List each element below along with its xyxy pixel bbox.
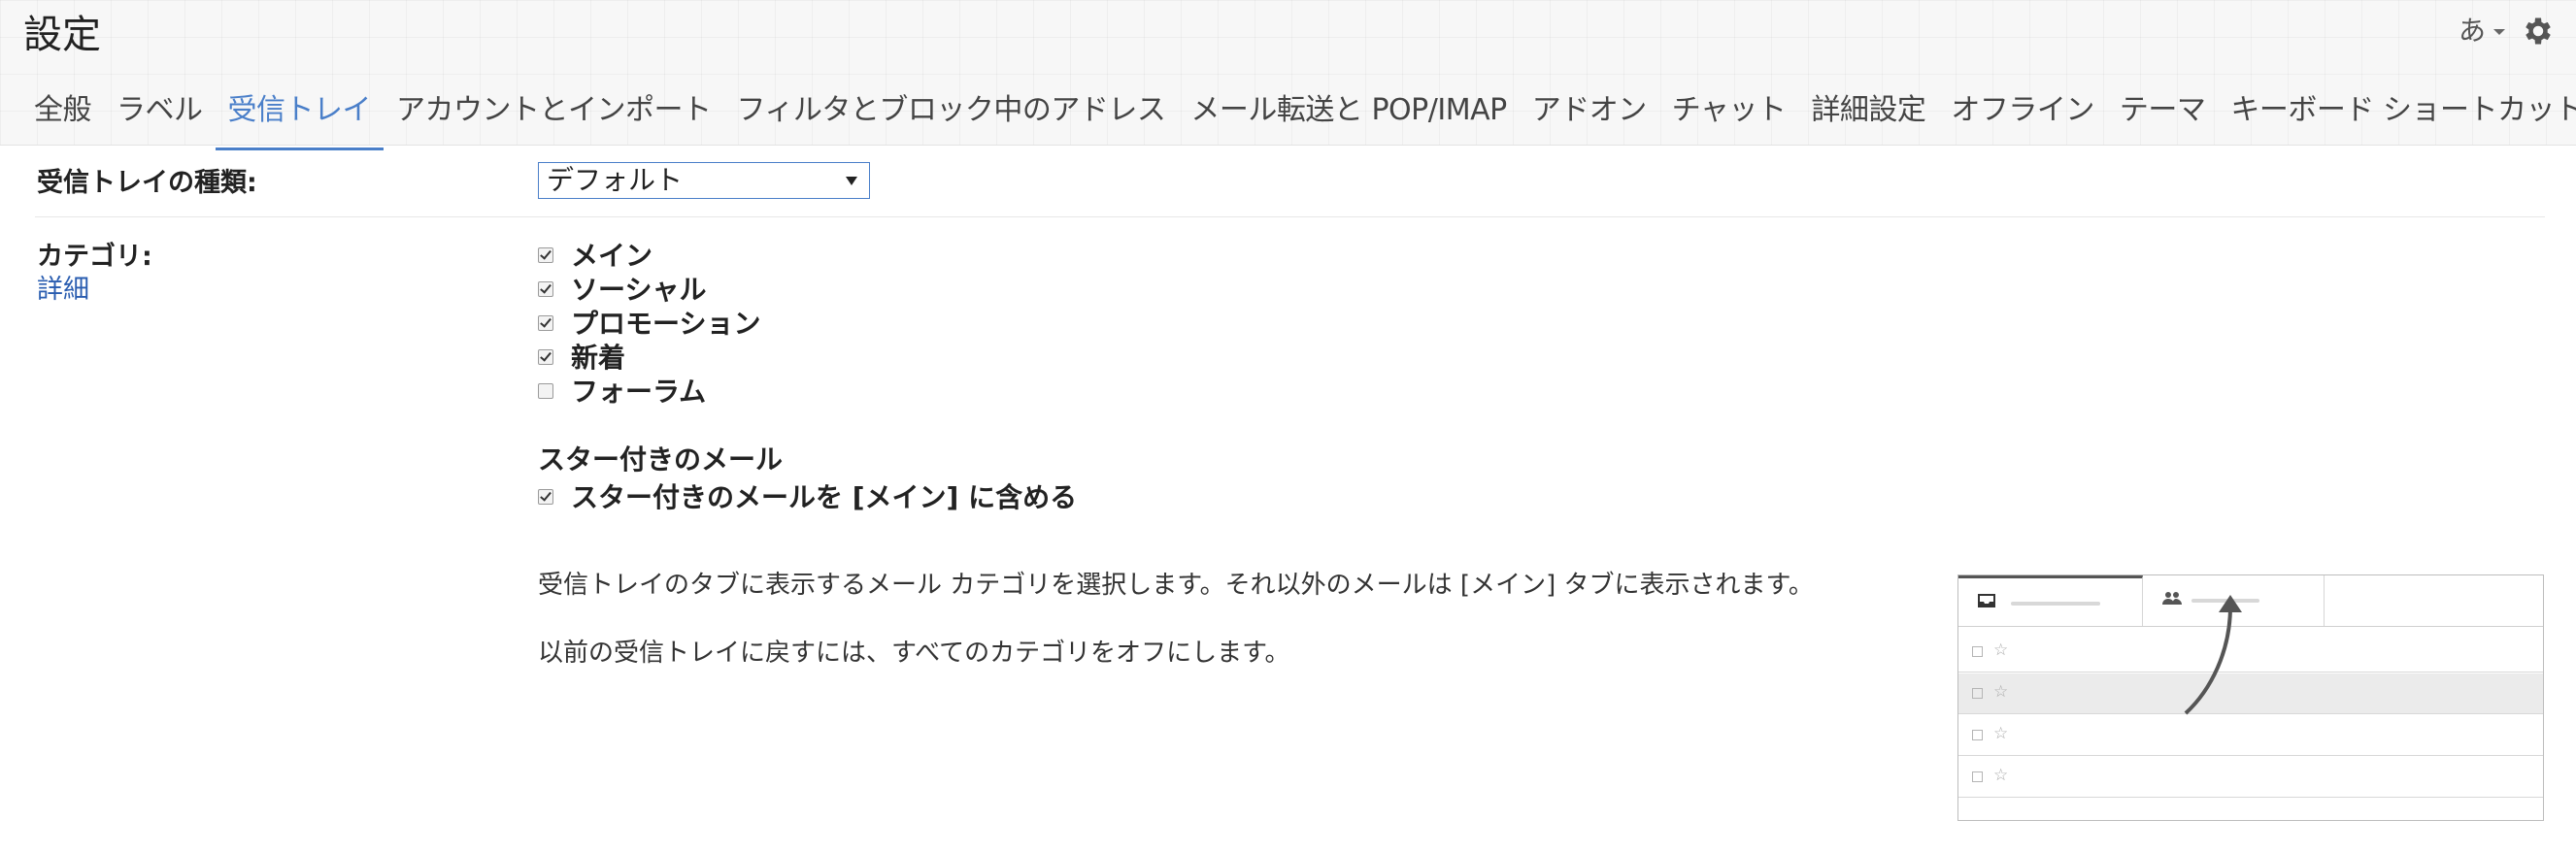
tab-advanced[interactable]: 詳細設定 (1798, 85, 1938, 144)
star-icon: ☆ (1993, 724, 2009, 743)
checkbox-promotions[interactable] (538, 315, 553, 331)
tab-general[interactable]: 全般 (21, 85, 104, 144)
star-icon: ☆ (1993, 766, 2009, 785)
inbox-tabs-preview: ☆ ☆ ☆ ☆ (1957, 574, 2544, 821)
category-option-forums[interactable]: フォーラム (538, 374, 707, 408)
category-label: プロモーション (571, 308, 761, 340)
preview-checkbox-icon (1972, 688, 1983, 699)
starred-heading: スター付きのメール (538, 443, 784, 476)
tab-forwarding-pop-imap[interactable]: メール転送と POP/IMAP (1178, 85, 1519, 144)
starred-option-label: スター付きのメールを [メイン] に含める (571, 481, 1078, 513)
category-label: 新着 (571, 342, 626, 374)
tab-themes[interactable]: テーマ (2107, 85, 2219, 144)
inbox-type-selected-value: デフォルト (547, 164, 684, 196)
checkbox-primary[interactable] (538, 247, 553, 263)
tab-offline[interactable]: オフライン (1938, 85, 2107, 144)
preview-mail-row: ☆ (1958, 715, 2543, 756)
tab-addons[interactable]: アドオン (1520, 85, 1659, 144)
preview-checkbox-icon (1972, 730, 1983, 740)
category-label: メイン (571, 240, 653, 272)
preview-primary-tab (1958, 575, 2143, 626)
category-option-social[interactable]: ソーシャル (538, 272, 707, 306)
checkbox-social[interactable] (538, 281, 553, 297)
ime-indicator[interactable]: あ (2459, 14, 2486, 49)
star-icon: ☆ (1993, 682, 2009, 702)
settings-header: 設定 あ 全般 ラベル 受信トレイ アカウントとインポート フィルタとブロック中… (0, 0, 2576, 150)
categories-description: 受信トレイのタブに表示するメール カテゴリを選択します。それ以外のメールは [メ… (538, 571, 1814, 600)
category-option-updates[interactable]: 新着 (538, 340, 626, 374)
tab-chat[interactable]: チャット (1659, 85, 1799, 144)
dropdown-arrow-icon (846, 177, 857, 185)
drag-arrow-icon (2184, 595, 2242, 715)
gear-icon[interactable] (2521, 14, 2559, 52)
people-icon (2162, 592, 2182, 605)
tab-accounts-import[interactable]: アカウントとインポート (384, 85, 724, 144)
checkbox-forums[interactable] (538, 383, 553, 399)
preview-checkbox-icon (1972, 646, 1983, 657)
settings-tabs: 全般 ラベル 受信トレイ アカウントとインポート フィルタとブロック中のアドレス… (21, 85, 2576, 150)
preview-tab-placeholder (2011, 602, 2100, 606)
preview-checkbox-icon (1972, 771, 1983, 782)
tab-labels[interactable]: ラベル (104, 85, 216, 144)
categories-disable-hint: 以前の受信トレイに戻すには、すべてのカテゴリをオフにします。 (538, 639, 1290, 668)
category-option-promotions[interactable]: プロモーション (538, 306, 761, 340)
category-label: ソーシャル (571, 274, 707, 306)
inbox-type-label: 受信トレイの種類: (37, 168, 257, 198)
tab-inbox[interactable]: 受信トレイ (215, 85, 385, 150)
inbox-icon (1978, 594, 1995, 607)
category-label: フォーラム (571, 376, 707, 408)
tab-keyboard-shortcuts[interactable]: キーボード ショートカット (2218, 85, 2576, 144)
inbox-type-select[interactable]: デフォルト (538, 162, 870, 199)
checkbox-starred-in-primary[interactable] (538, 489, 553, 505)
checkbox-updates[interactable] (538, 349, 553, 365)
category-option-primary[interactable]: メイン (538, 238, 653, 272)
section-divider (35, 216, 2545, 217)
tab-filters-blocked[interactable]: フィルタとブロック中のアドレス (724, 85, 1179, 144)
details-link[interactable]: 詳細 (37, 268, 89, 306)
starred-include-option[interactable]: スター付きのメールを [メイン] に含める (538, 479, 1078, 513)
page-title: 設定 (23, 13, 101, 57)
chevron-down-icon[interactable] (2493, 29, 2505, 35)
star-icon: ☆ (1993, 640, 2009, 660)
preview-mail-row: ☆ (1958, 757, 2543, 798)
